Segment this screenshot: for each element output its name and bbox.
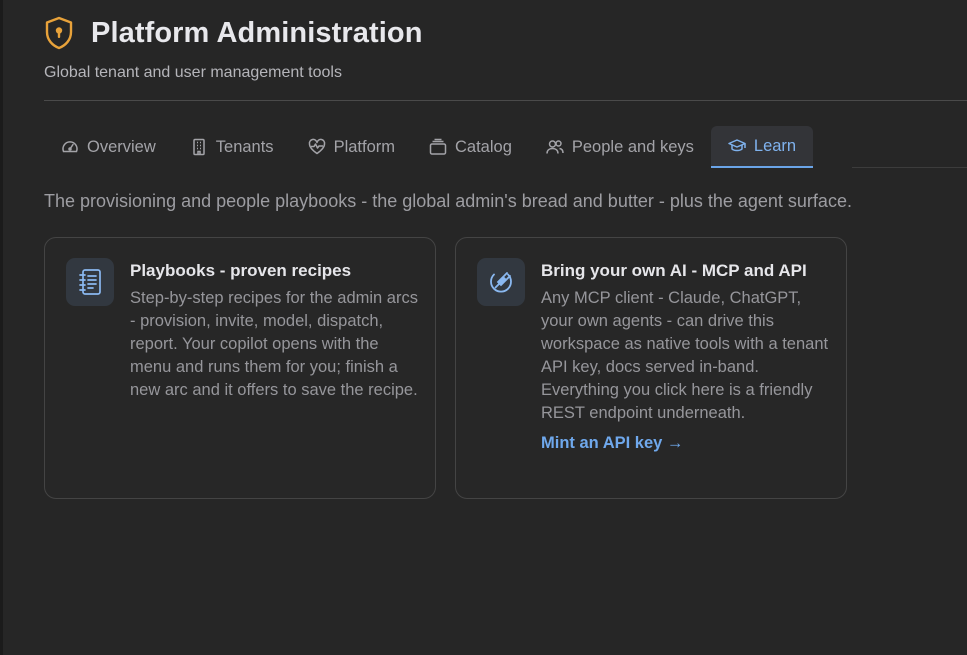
tab-label: Catalog: [455, 137, 512, 156]
tab-label: Tenants: [215, 137, 274, 156]
tab-label: Overview: [87, 137, 156, 156]
card-title: Playbooks - proven recipes: [130, 261, 352, 280]
card-title: Bring your own AI - MCP and API: [541, 261, 807, 280]
tab-people-and-keys[interactable]: People and keys: [529, 126, 711, 168]
playbooks-card[interactable]: Playbooks - proven recipes Step-by-step …: [44, 237, 436, 499]
card-body: Playbooks - proven recipes Step-by-step …: [130, 260, 422, 402]
page-header: Platform Administration Global tenant an…: [44, 14, 423, 82]
notebook-icon: [66, 258, 114, 306]
tab-platform[interactable]: Platform: [291, 126, 412, 168]
tab-label: Learn: [753, 136, 797, 155]
tab-label: People and keys: [571, 137, 694, 156]
tab-bar: Overview Tenants Platform Catalog People…: [44, 126, 814, 168]
page-subtitle: Global tenant and user management tools: [44, 64, 342, 81]
tab-label: Platform: [333, 137, 395, 156]
mint-api-key-link[interactable]: Mint an API key →: [541, 434, 683, 453]
layers-icon: [429, 138, 447, 156]
byo-ai-card: Bring your own AI - MCP and API Any MCP …: [455, 237, 847, 499]
users-icon: [546, 138, 564, 156]
shield-keyhole-icon: [44, 16, 74, 50]
header-divider: [44, 100, 967, 101]
tab-bar-underline: [852, 167, 967, 168]
card-description: Any MCP client - Claude, ChatGPT, your o…: [541, 289, 829, 422]
tab-overview[interactable]: Overview: [44, 126, 173, 168]
section-intro: The provisioning and people playbooks - …: [44, 191, 852, 211]
tab-catalog[interactable]: Catalog: [412, 126, 529, 168]
graduation-cap-icon: [728, 137, 746, 155]
plug-icon: [477, 258, 525, 306]
card-body: Bring your own AI - MCP and API Any MCP …: [541, 260, 833, 453]
card-description: Step-by-step recipes for the admin arcs …: [130, 289, 418, 399]
building-icon: [190, 138, 208, 156]
gauge-icon: [61, 138, 79, 156]
admin-page: Platform Administration Global tenant an…: [0, 0, 967, 655]
page-title: Platform Administration: [91, 16, 423, 49]
heart-pulse-icon: [308, 138, 326, 156]
title-row: Platform Administration: [44, 14, 423, 52]
tab-learn[interactable]: Learn: [710, 126, 814, 168]
tab-tenants[interactable]: Tenants: [173, 126, 291, 168]
